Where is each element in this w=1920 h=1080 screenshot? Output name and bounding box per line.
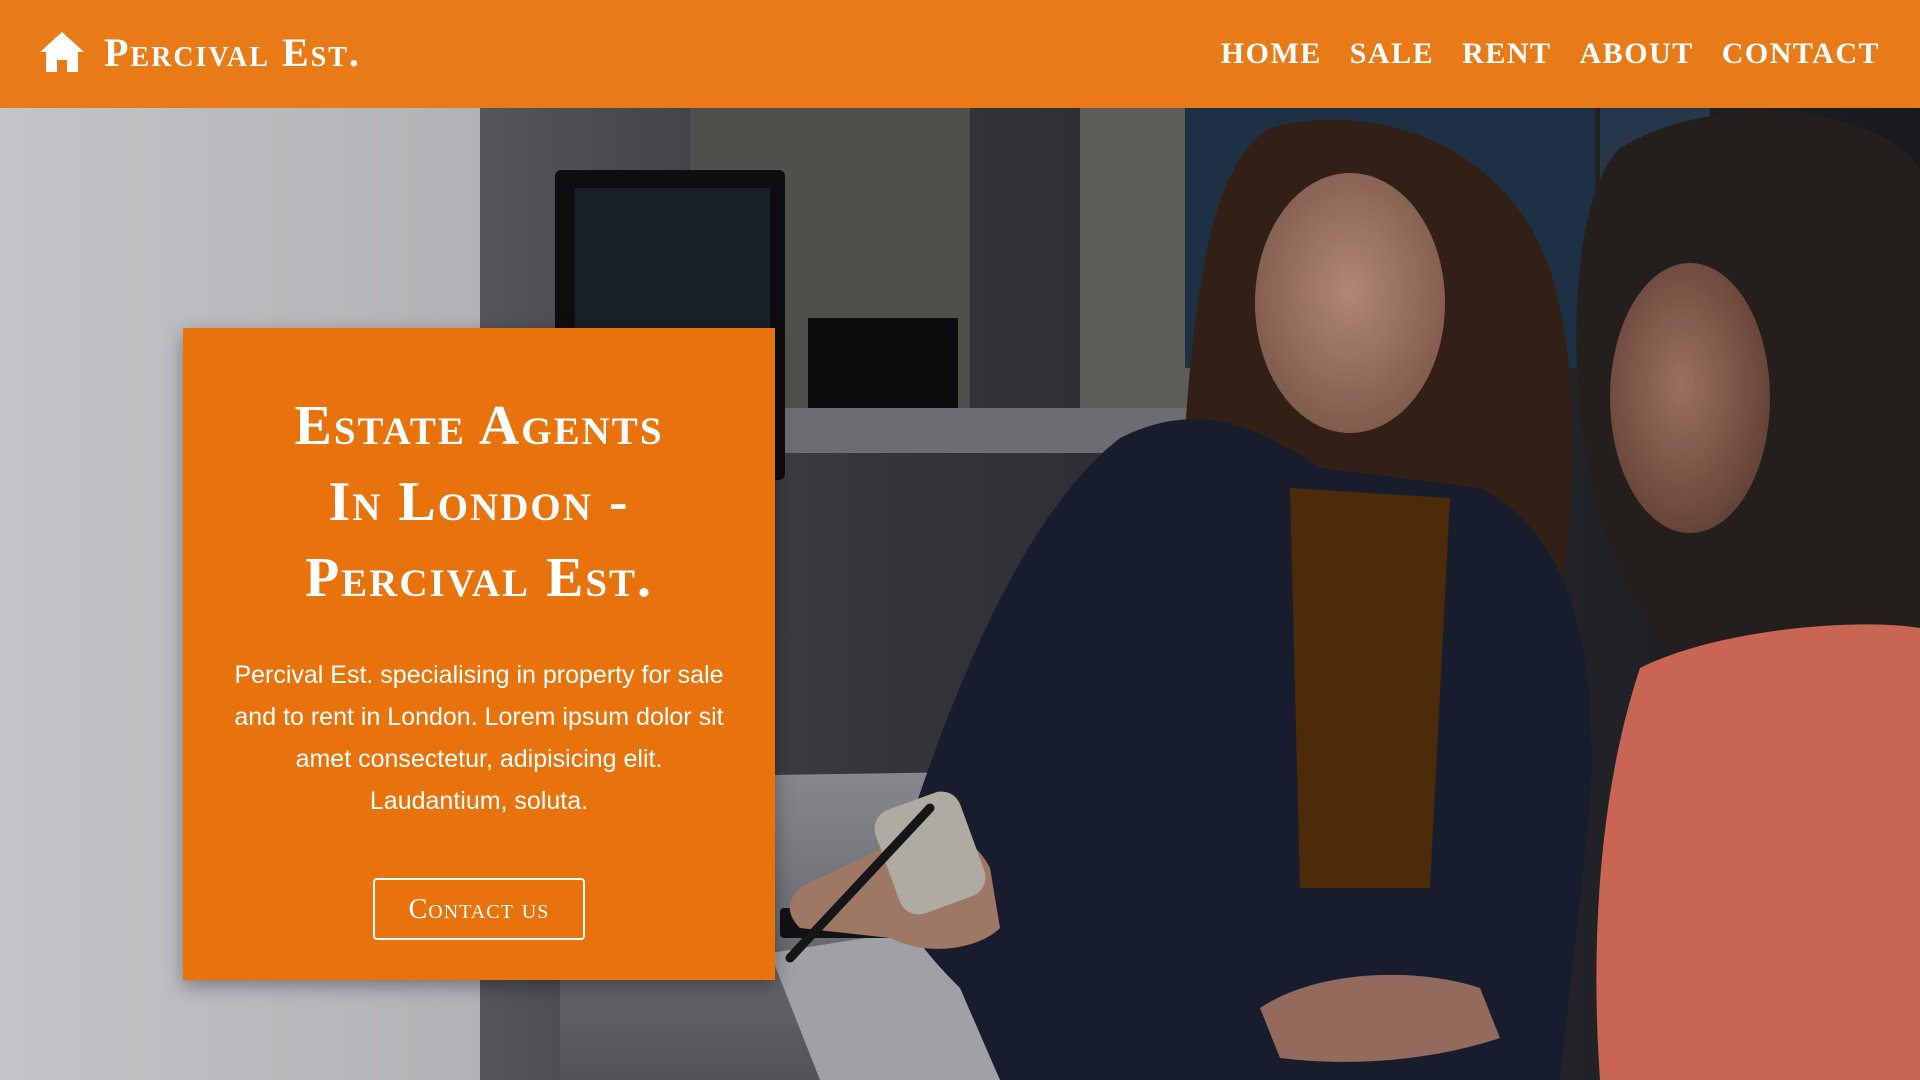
brand-name: Percival Est. <box>104 29 361 75</box>
top-navbar: Percival Est. HOME SALE RENT ABOUT CONTA… <box>0 0 1920 108</box>
hero-description: Percival Est. specialising in property f… <box>234 661 724 815</box>
hero-card: Estate Agents In London - Percival Est. … <box>183 328 775 980</box>
hero-section: Estate Agents In London - Percival Est. … <box>0 108 1920 1080</box>
nav-sale[interactable]: SALE <box>1350 37 1434 71</box>
main-nav: HOME SALE RENT ABOUT CONTACT <box>1193 30 1880 78</box>
nav-home[interactable]: HOME <box>1221 37 1322 71</box>
contact-us-button[interactable]: Contact us <box>373 878 585 940</box>
hero-title-line-2: In London - <box>328 471 630 533</box>
brand-logo-link[interactable]: Percival Est. <box>38 22 361 82</box>
nav-about[interactable]: ABOUT <box>1580 37 1694 71</box>
hero-title-line-3: Percival Est. <box>304 547 654 609</box>
hero-title: Estate Agents In London - Percival Est. <box>223 388 735 616</box>
nav-rent[interactable]: RENT <box>1462 37 1551 71</box>
home-icon <box>40 32 84 72</box>
hero-title-line-1: Estate Agents <box>294 395 664 457</box>
nav-contact[interactable]: CONTACT <box>1722 37 1880 71</box>
